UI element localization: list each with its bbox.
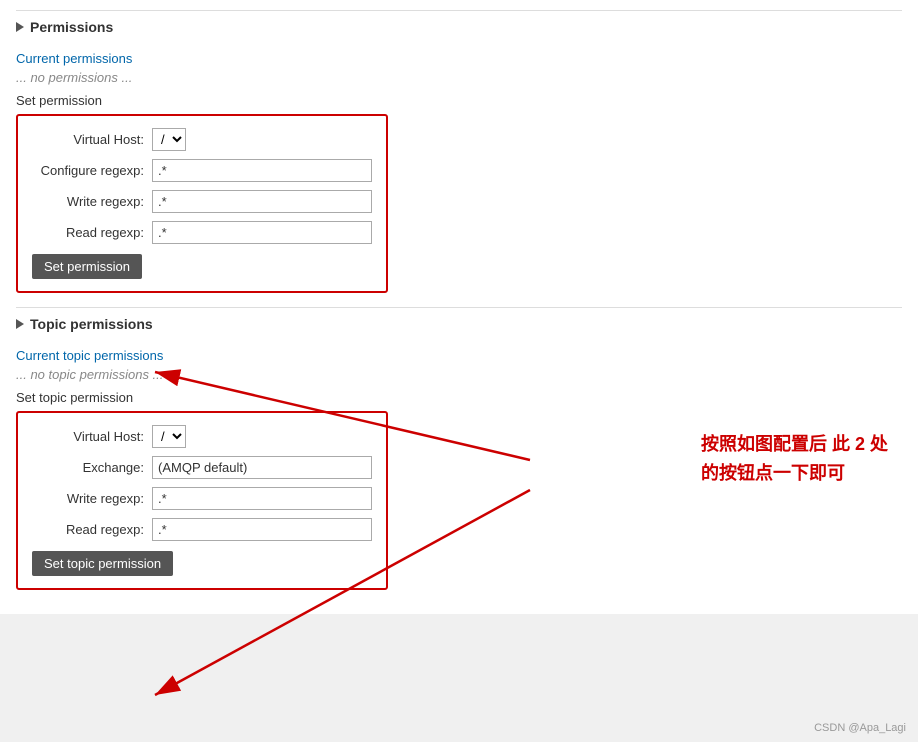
no-permissions-text: ... no permissions ...	[16, 70, 902, 85]
set-topic-permission-label: Set topic permission	[16, 390, 902, 405]
set-topic-permission-form: Virtual Host: / Exchange: Write regexp: …	[16, 411, 388, 590]
write-regexp-label: Write regexp:	[32, 194, 152, 209]
topic-virtual-host-label: Virtual Host:	[32, 429, 152, 444]
configure-regexp-row: Configure regexp:	[32, 159, 372, 182]
topic-write-regexp-input[interactable]	[152, 487, 372, 510]
virtual-host-label: Virtual Host:	[32, 132, 152, 147]
topic-read-regexp-label: Read regexp:	[32, 522, 152, 537]
topic-read-regexp-row: Read regexp:	[32, 518, 372, 541]
watermark: CSDN @Apa_Lagi	[814, 722, 906, 734]
permissions-title: Permissions	[30, 19, 113, 35]
set-topic-permission-button[interactable]: Set topic permission	[32, 551, 173, 576]
annotation-text: 按照如图配置后 此 2 处 的按钮点一下即可	[701, 430, 888, 488]
set-permission-form: Virtual Host: / Configure regexp: Write …	[16, 114, 388, 293]
triangle-icon-2	[16, 319, 24, 329]
no-topic-permissions-text: ... no topic permissions ...	[16, 367, 902, 382]
write-regexp-input[interactable]	[152, 190, 372, 213]
topic-virtual-host-select[interactable]: /	[152, 425, 186, 448]
topic-virtual-host-row: Virtual Host: /	[32, 425, 372, 448]
topic-read-regexp-input[interactable]	[152, 518, 372, 541]
set-permission-button[interactable]: Set permission	[32, 254, 142, 279]
set-permission-label: Set permission	[16, 93, 902, 108]
read-regexp-input[interactable]	[152, 221, 372, 244]
exchange-input[interactable]	[152, 456, 372, 479]
annotation-line2: 的按钮点一下即可	[701, 463, 845, 483]
configure-regexp-label: Configure regexp:	[32, 163, 152, 178]
triangle-icon	[16, 22, 24, 32]
write-regexp-row: Write regexp:	[32, 190, 372, 213]
permissions-section-header: Permissions	[16, 10, 902, 43]
exchange-label: Exchange:	[32, 460, 152, 475]
topic-write-regexp-row: Write regexp:	[32, 487, 372, 510]
annotation-line1: 按照如图配置后 此 2 处	[701, 434, 888, 454]
current-topic-permissions-link[interactable]: Current topic permissions	[16, 348, 163, 363]
topic-permissions-title: Topic permissions	[30, 316, 153, 332]
topic-permissions-section-header: Topic permissions	[16, 307, 902, 340]
topic-write-regexp-label: Write regexp:	[32, 491, 152, 506]
virtual-host-select[interactable]: /	[152, 128, 186, 151]
configure-regexp-input[interactable]	[152, 159, 372, 182]
current-permissions-link[interactable]: Current permissions	[16, 51, 132, 66]
read-regexp-label: Read regexp:	[32, 225, 152, 240]
exchange-row: Exchange:	[32, 456, 372, 479]
virtual-host-row: Virtual Host: /	[32, 128, 372, 151]
read-regexp-row: Read regexp:	[32, 221, 372, 244]
